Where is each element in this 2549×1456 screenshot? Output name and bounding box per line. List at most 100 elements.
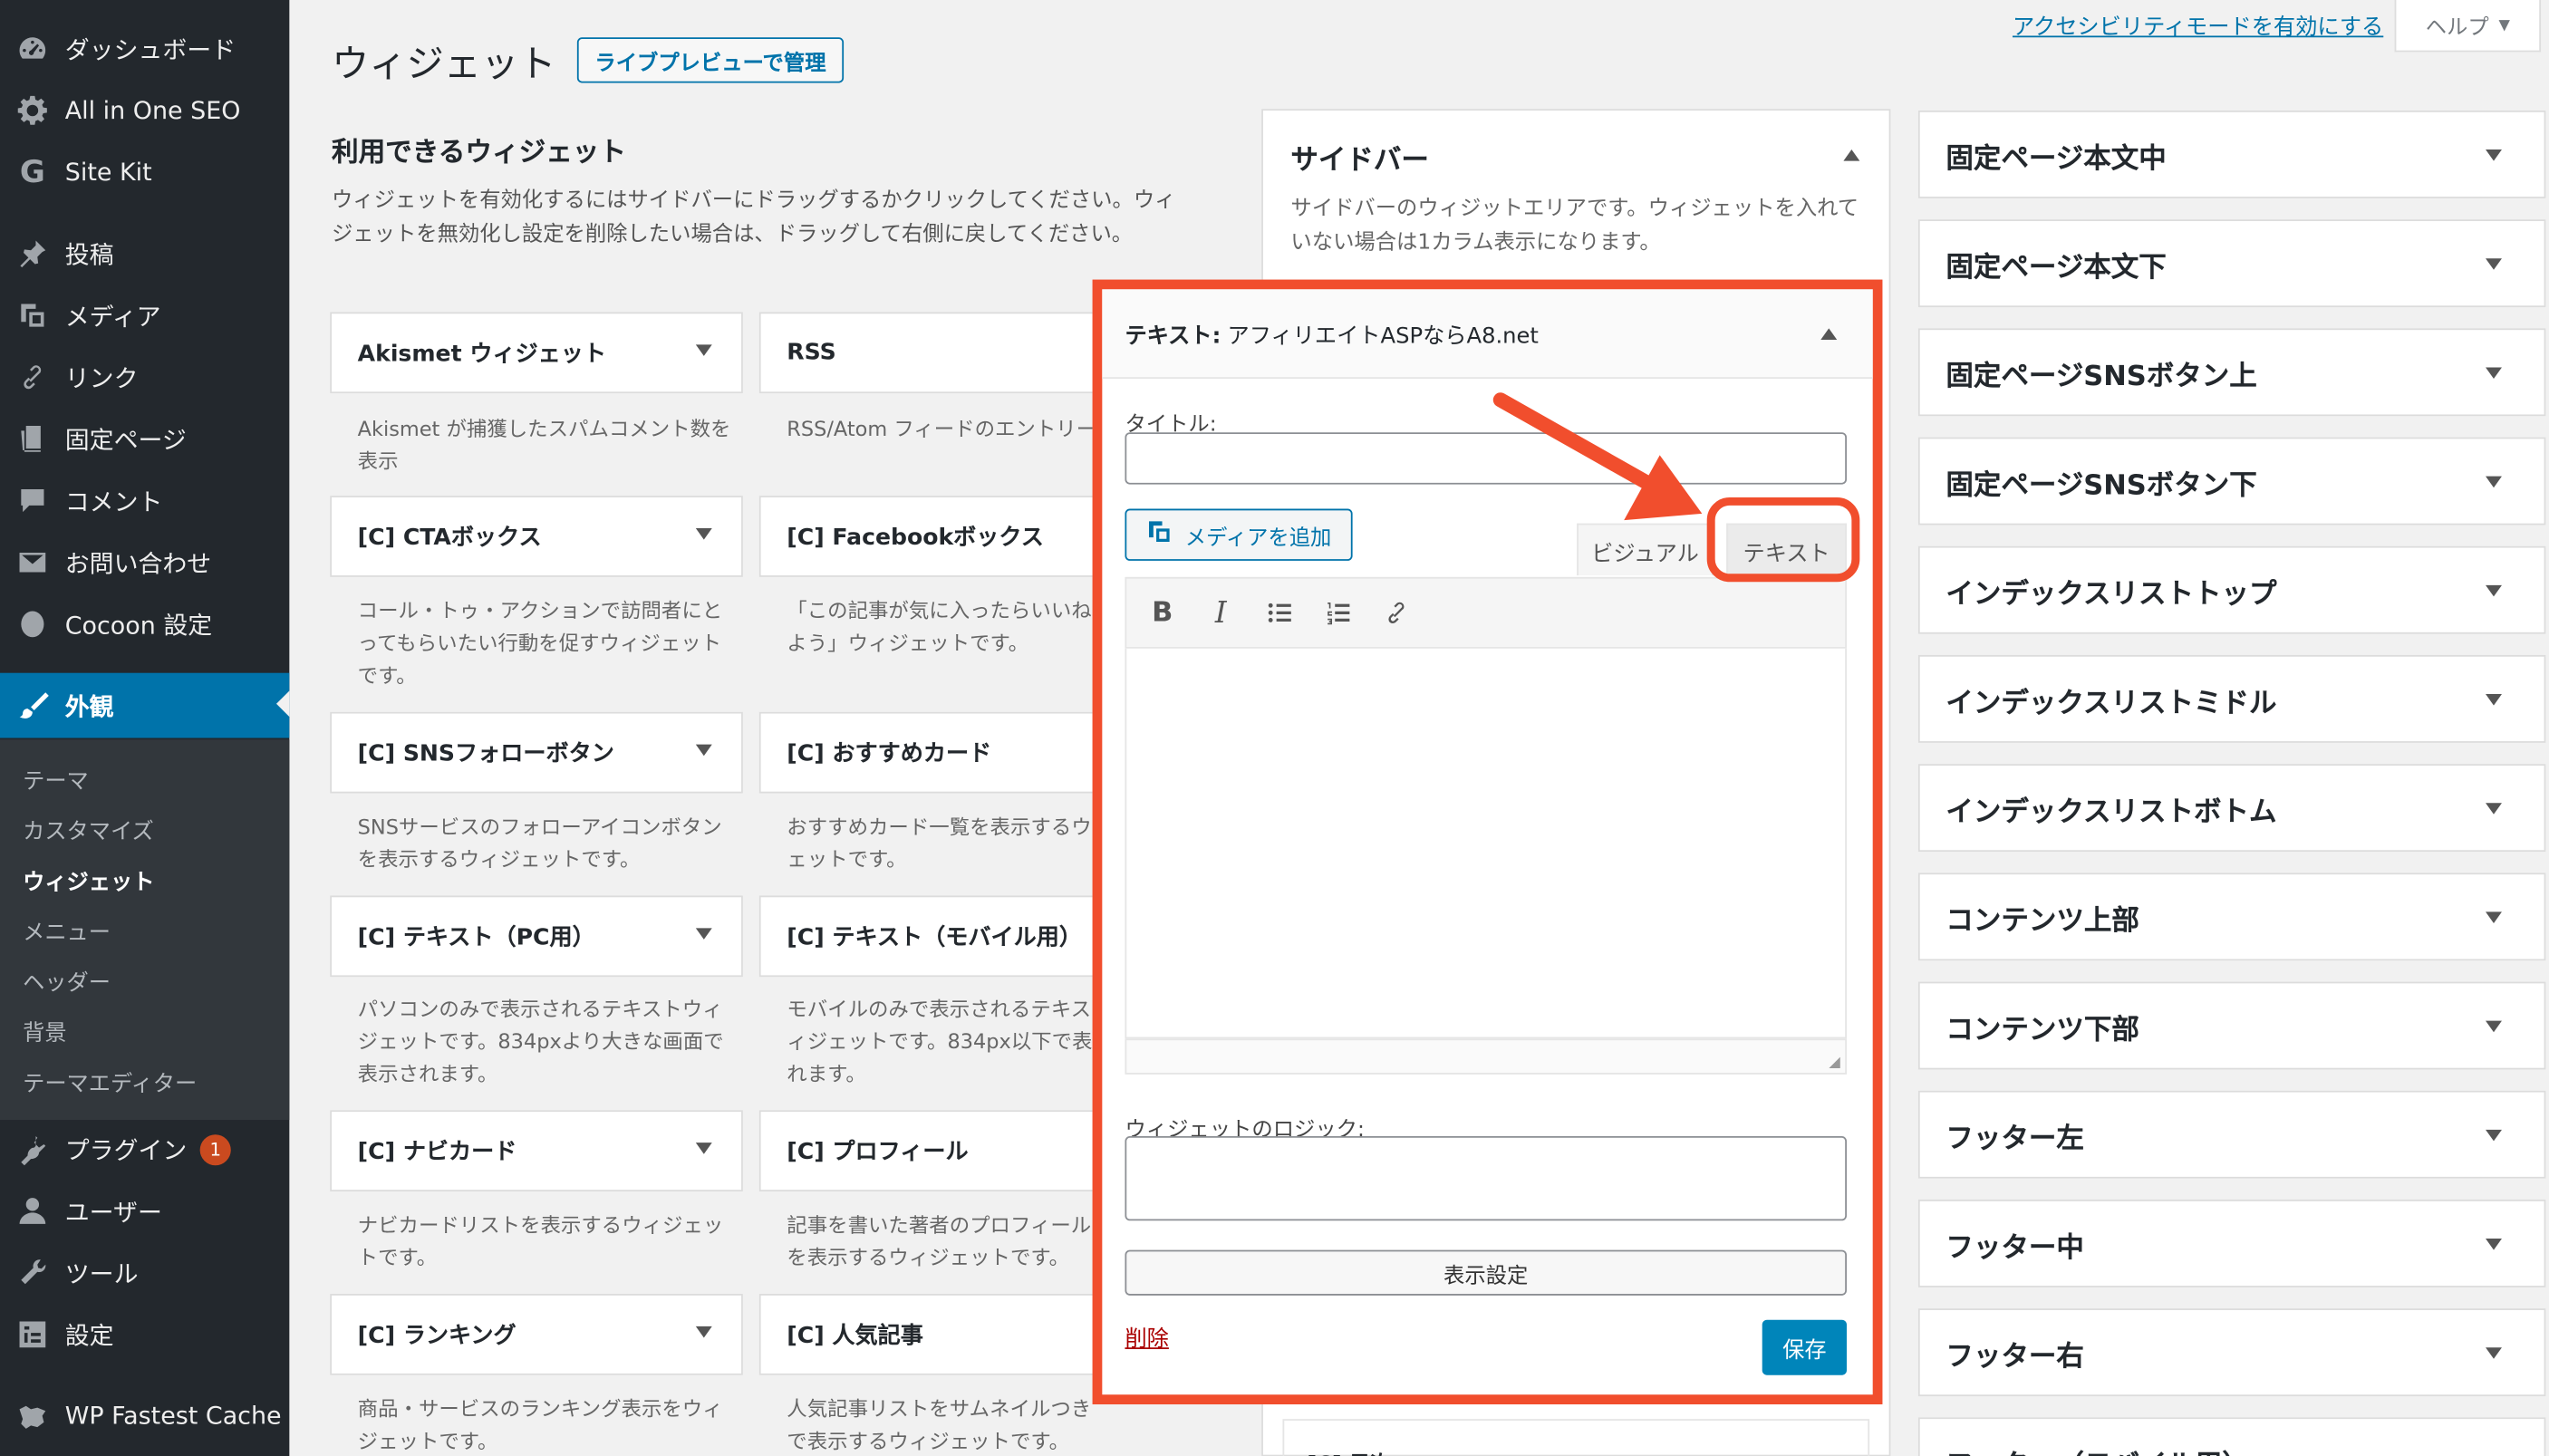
caret-down-icon [2486,1239,2502,1250]
submenu-theme-editor[interactable]: テーマエディター [23,1065,197,1097]
editor-resize-bar: ◢ [1125,1038,1847,1075]
submenu-header[interactable]: ヘッダー [23,964,111,997]
widget-cta-box[interactable]: [C] CTAボックス [330,496,743,577]
caret-down-icon [2486,149,2502,161]
menu-pages-label: 固定ページ [64,425,187,455]
widget-description: Akismet が捕獲したスパムコメント数を表示 [357,416,731,474]
widget-description: コール・トゥ・アクションで訪問者にとってもらいたい行動を促すウィジェットです。 [357,598,723,688]
widget-akismet[interactable]: Akismet ウィジェット [330,312,743,394]
widget-ranking[interactable]: [C] ランキング [330,1294,743,1375]
accessibility-mode-link[interactable]: アクセシビリティモードを有効にする [2013,8,2383,41]
area-title: コンテンツ上部 [1946,904,2139,938]
menu-contact[interactable]: お問い合わせ [0,532,289,593]
submenu-widgets[interactable]: ウィジェット [23,863,154,896]
pages-icon [0,422,65,455]
italic-icon[interactable]: I [1204,596,1237,631]
resize-handle-icon[interactable]: ◢ [1829,1055,1839,1071]
menu-wpfc-label: WP Fastest Cache [64,1401,282,1431]
sidebar-area-title[interactable]: サイドバー [1290,137,1428,178]
menu-dashboard-label: ダッシュボード [64,34,237,64]
caret-down-icon [2486,258,2502,270]
widget-description: SNSサービスのフォローアイコンボタンを表示するウィジェットです。 [357,814,722,872]
menu-media[interactable]: メディア [0,284,289,346]
area-index-top[interactable]: インデックスリストトップ [1917,545,2546,634]
area-page-sns-top[interactable]: 固定ページSNSボタン上 [1917,328,2546,417]
menu-plugins[interactable]: プラグイン 1 [0,1118,289,1180]
menu-dashboard[interactable]: ダッシュボード [0,18,289,80]
display-settings-button[interactable]: 表示設定 [1125,1249,1847,1296]
sidebar-next-widget[interactable]: [C] 目次 [1282,1419,1870,1456]
submenu-customize[interactable]: カスタマイズ [23,813,154,845]
widget-sns-follow[interactable]: [C] SNSフォローボタン [330,711,743,794]
widget-navi-card[interactable]: [C] ナビカード [330,1110,743,1192]
menu-cocoon-label: Cocoon 設定 [64,610,213,640]
widget-name: [C] SNSフォローボタン [357,741,614,767]
editor-content-area[interactable] [1125,648,1847,1039]
caret-down-icon [2486,911,2502,923]
delete-link[interactable]: 削除 [1125,1320,1168,1353]
area-content-bottom[interactable]: コンテンツ下部 [1917,981,2546,1070]
area-page-body-middle[interactable]: 固定ページ本文中 [1917,110,2546,198]
menu-plugins-label: プラグイン [64,1135,188,1165]
area-title: インデックスリストボトム [1946,795,2277,829]
menu-settings[interactable]: 設定 [0,1304,289,1365]
widget-name: [C] テキスト（モバイル用） [787,924,1082,951]
menu-cocoon[interactable]: Cocoon 設定 [0,593,289,655]
area-index-middle[interactable]: インデックスリストミドル [1917,654,2546,743]
menu-sitekit-label: Site Kit [64,158,152,188]
menu-wp-fastest-cache[interactable]: WP Fastest Cache [0,1384,289,1446]
widget-name: Akismet ウィジェット [357,341,607,368]
menu-posts[interactable]: 投稿 [0,223,289,284]
admin-menu: ダッシュボード All in One SEO G Site Kit 投稿 メディア… [0,0,290,1456]
submenu-theme[interactable]: テーマ [23,762,89,795]
cocoon-icon [0,608,65,641]
menu-aioseo-label: All in One SEO [64,95,241,126]
menu-links[interactable]: リンク [0,346,289,408]
area-footer-mobile[interactable]: フッター（モバイル用） [1917,1417,2546,1456]
area-index-bottom[interactable]: インデックスリストボトム [1917,764,2546,853]
caret-down-icon [2486,803,2502,815]
menu-aioseo[interactable]: All in One SEO [0,80,289,141]
numbered-list-icon[interactable] [1322,596,1355,629]
live-preview-button[interactable]: ライブプレビューで管理 [576,37,845,83]
media-icon [0,299,65,332]
save-button[interactable]: 保存 [1762,1319,1847,1375]
menu-appearance[interactable]: 外観 [0,672,290,738]
dashboard-icon [0,33,65,65]
widget-name: [C] Facebookボックス [787,525,1044,552]
text-widget-header[interactable]: テキスト: アフィリエイトASPならA8.net [1102,289,1873,380]
area-title: 固定ページSNSボタン下 [1946,468,2257,502]
area-page-sns-bottom[interactable]: 固定ページSNSボタン下 [1917,437,2546,526]
bullet-list-icon[interactable] [1263,596,1296,629]
area-title: 固定ページ本文下 [1946,251,2167,284]
area-footer-left[interactable]: フッター左 [1917,1090,2546,1179]
link-icon[interactable] [1380,596,1413,629]
available-widgets-title: 利用できるウィジェット [331,136,626,168]
caret-up-icon[interactable] [1820,328,1838,340]
caret-down-icon [695,528,712,540]
add-media-button[interactable]: メディアを追加 [1125,508,1353,561]
widget-text-pc[interactable]: [C] テキスト（PC用） [330,895,743,978]
title-input[interactable] [1125,432,1847,485]
menu-pages[interactable]: 固定ページ [0,408,289,469]
widget-description: おすすめカード一覧を表示するウェットです。 [787,814,1092,872]
caret-down-icon [2486,1347,2502,1359]
menu-sitekit[interactable]: G Site Kit [0,141,289,203]
widget-description: パソコンのみで表示されるテキストウィジェットです。834pxより大きな画面で表示… [357,996,724,1086]
widget-logic-textarea[interactable] [1125,1136,1847,1221]
menu-tools[interactable]: ツール [0,1242,289,1304]
area-title: フッター（モバイル用） [1946,1442,2249,1456]
caret-down-icon [695,744,712,757]
submenu-menus[interactable]: メニュー [23,913,111,946]
widget-description: 人気記事リストをサムネイルつきで表示するウィジェットです。 [787,1396,1092,1453]
menu-comments[interactable]: コメント [0,469,289,531]
bold-icon[interactable]: B [1146,596,1179,629]
area-page-body-bottom[interactable]: 固定ページ本文下 [1917,219,2546,308]
submenu-background[interactable]: 背景 [23,1014,66,1047]
caret-up-icon[interactable] [1843,149,1860,161]
area-footer-right[interactable]: フッター右 [1917,1308,2546,1397]
menu-users[interactable]: ユーザー [0,1180,289,1241]
area-content-top[interactable]: コンテンツ上部 [1917,873,2546,961]
area-footer-center[interactable]: フッター中 [1917,1199,2546,1287]
help-tab[interactable]: ヘルプ ▼ [2394,0,2542,53]
